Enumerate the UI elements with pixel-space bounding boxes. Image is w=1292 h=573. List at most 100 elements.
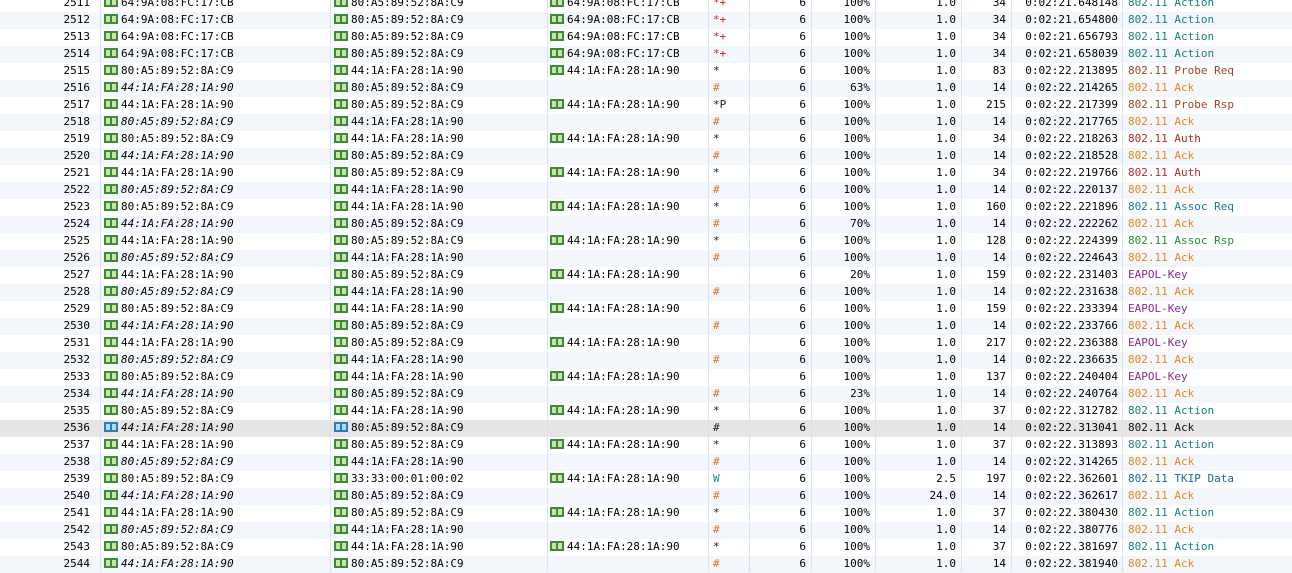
cell-signal-text: 100% [843,421,871,434]
column-divider [708,454,709,470]
cell-bssid-text: 44:1A:FA:28:1A:90 [567,268,680,281]
cell-src: 44:1A:FA:28:1A:90 [104,233,328,249]
table-row[interactable]: 2542 80:A5:89:52:8A:C9 44:1A:FA:28:1A:90 #6… [0,522,1292,539]
cell-time: 0:02:22.222262 [1014,216,1120,232]
column-divider [811,488,812,504]
table-row[interactable]: 2538 80:A5:89:52:8A:C9 44:1A:FA:28:1A:90 #6… [0,454,1292,471]
table-row[interactable]: 2532 80:A5:89:52:8A:C9 44:1A:FA:28:1A:90 #6… [0,352,1292,369]
table-row[interactable]: 2525 44:1A:FA:28:1A:90 80:A5:89:52:8A:C9 44… [0,233,1292,250]
column-divider [100,539,101,555]
cell-dst-text: 80:A5:89:52:8A:C9 [351,81,464,94]
table-row[interactable]: 2530 44:1A:FA:28:1A:90 80:A5:89:52:8A:C9 #6… [0,318,1292,335]
cell-signal-text: 100% [843,200,871,213]
column-divider [1122,505,1123,521]
table-row[interactable]: 2529 80:A5:89:52:8A:C9 44:1A:FA:28:1A:90 44… [0,301,1292,318]
table-row[interactable]: 2543 80:A5:89:52:8A:C9 44:1A:FA:28:1A:90 44… [0,539,1292,556]
table-row[interactable]: 2514 64:9A:08:FC:17:CB 80:A5:89:52:8A:C9 64… [0,46,1292,63]
cell-ch: 6 [752,539,810,555]
table-row[interactable]: 2515 80:A5:89:52:8A:C9 44:1A:FA:28:1A:90 44… [0,63,1292,80]
cell-size-text: 34 [992,132,1006,145]
cell-size: 14 [964,284,1010,300]
table-row[interactable]: 2536 44:1A:FA:28:1A:90 80:A5:89:52:8A:C9 #6… [0,420,1292,437]
cell-ch: 6 [752,454,810,470]
cell-ch: 6 [752,216,810,232]
column-divider [875,97,876,113]
cell-no-text: 2529 [63,302,91,315]
cell-ch: 6 [752,420,810,436]
cell-flags-text: # [713,387,720,400]
cell-time-text: 0:02:22.380776 [1025,523,1118,536]
table-row[interactable]: 2537 44:1A:FA:28:1A:90 80:A5:89:52:8A:C9 44… [0,437,1292,454]
column-divider [961,131,962,147]
table-row[interactable]: 2535 80:A5:89:52:8A:C9 44:1A:FA:28:1A:90 44… [0,403,1292,420]
table-row[interactable]: 2512 64:9A:08:FC:17:CB 80:A5:89:52:8A:C9 64… [0,12,1292,29]
table-row[interactable]: 2519 80:A5:89:52:8A:C9 44:1A:FA:28:1A:90 44… [0,131,1292,148]
cell-no-text: 2528 [63,285,91,298]
table-row[interactable]: 2540 44:1A:FA:28:1A:90 80:A5:89:52:8A:C9 #6… [0,488,1292,505]
cell-bssid-text: 44:1A:FA:28:1A:90 [567,64,680,77]
cell-signal: 100% [814,148,874,164]
cell-no: 2540 [0,488,96,504]
table-row[interactable]: 2533 80:A5:89:52:8A:C9 44:1A:FA:28:1A:90 44… [0,369,1292,386]
column-divider [1011,97,1012,113]
cell-type-text: 802.11 Ack [1128,523,1195,536]
column-divider [1011,0,1012,11]
cell-time-text: 0:02:22.236388 [1025,336,1118,349]
cell-no: 2519 [0,131,96,147]
table-row[interactable]: 2522 80:A5:89:52:8A:C9 44:1A:FA:28:1A:90 #6… [0,182,1292,199]
table-row[interactable]: 2517 44:1A:FA:28:1A:90 80:A5:89:52:8A:C9 44… [0,97,1292,114]
table-row[interactable]: 2523 80:A5:89:52:8A:C9 44:1A:FA:28:1A:90 44… [0,199,1292,216]
table-row[interactable]: 2524 44:1A:FA:28:1A:90 80:A5:89:52:8A:C9 #6… [0,216,1292,233]
column-divider [547,0,548,11]
column-divider [330,233,331,249]
cell-type-text: 802.11 Ack [1128,115,1195,128]
column-divider [100,216,101,232]
table-row[interactable]: 2528 80:A5:89:52:8A:C9 44:1A:FA:28:1A:90 #6… [0,284,1292,301]
column-divider [708,539,709,555]
network-adapter-icon [550,31,564,41]
network-adapter-icon [104,269,118,279]
cell-ch-text: 6 [799,387,806,400]
column-divider [811,420,812,436]
table-row[interactable]: 2513 64:9A:08:FC:17:CB 80:A5:89:52:8A:C9 64… [0,29,1292,46]
column-divider [875,556,876,572]
table-row[interactable]: 2516 44:1A:FA:28:1A:90 80:A5:89:52:8A:C9 #6… [0,80,1292,97]
cell-signal-text: 100% [843,166,871,179]
cell-time-text: 0:02:22.213895 [1025,64,1118,77]
table-row[interactable]: 2521 44:1A:FA:28:1A:90 80:A5:89:52:8A:C9 44… [0,165,1292,182]
column-divider [1122,318,1123,334]
column-divider [330,556,331,572]
cell-signal: 100% [814,131,874,147]
cell-no-text: 2517 [63,98,91,111]
cell-rate-text: 1.0 [936,438,956,451]
cell-signal: 100% [814,369,874,385]
table-row[interactable]: 2539 80:A5:89:52:8A:C9 33:33:00:01:00:02 44… [0,471,1292,488]
packet-list[interactable]: 2511 64:9A:08:FC:17:CB 80:A5:89:52:8A:C9 64… [0,0,1292,573]
table-row[interactable]: 2544 44:1A:FA:28:1A:90 80:A5:89:52:8A:C9 #6… [0,556,1292,573]
cell-no-text: 2523 [63,200,91,213]
column-divider [1122,63,1123,79]
table-row[interactable]: 2527 44:1A:FA:28:1A:90 80:A5:89:52:8A:C9 44… [0,267,1292,284]
cell-flags-text: # [713,217,720,230]
cell-size-text: 14 [992,387,1006,400]
table-row[interactable]: 2518 80:A5:89:52:8A:C9 44:1A:FA:28:1A:90 #6… [0,114,1292,131]
column-divider [100,46,101,62]
table-row[interactable]: 2520 44:1A:FA:28:1A:90 80:A5:89:52:8A:C9 #6… [0,148,1292,165]
cell-type: 802.11 Action [1126,403,1292,419]
cell-time-text: 0:02:22.224399 [1025,234,1118,247]
column-divider [811,63,812,79]
cell-size-text: 14 [992,183,1006,196]
table-row[interactable]: 2526 80:A5:89:52:8A:C9 44:1A:FA:28:1A:90 #6… [0,250,1292,267]
cell-time: 0:02:22.220137 [1014,182,1120,198]
table-row[interactable]: 2534 44:1A:FA:28:1A:90 80:A5:89:52:8A:C9 #6… [0,386,1292,403]
table-row[interactable]: 2541 44:1A:FA:28:1A:90 80:A5:89:52:8A:C9 44… [0,505,1292,522]
table-row[interactable]: 2511 64:9A:08:FC:17:CB 80:A5:89:52:8A:C9 64… [0,0,1292,12]
column-divider [547,437,548,453]
column-divider [811,250,812,266]
cell-size-text: 215 [986,98,1006,111]
cell-ch-text: 6 [799,30,806,43]
column-divider [1011,505,1012,521]
cell-flags: # [711,522,747,538]
cell-rate: 1.0 [878,29,960,45]
table-row[interactable]: 2531 44:1A:FA:28:1A:90 80:A5:89:52:8A:C9 44… [0,335,1292,352]
